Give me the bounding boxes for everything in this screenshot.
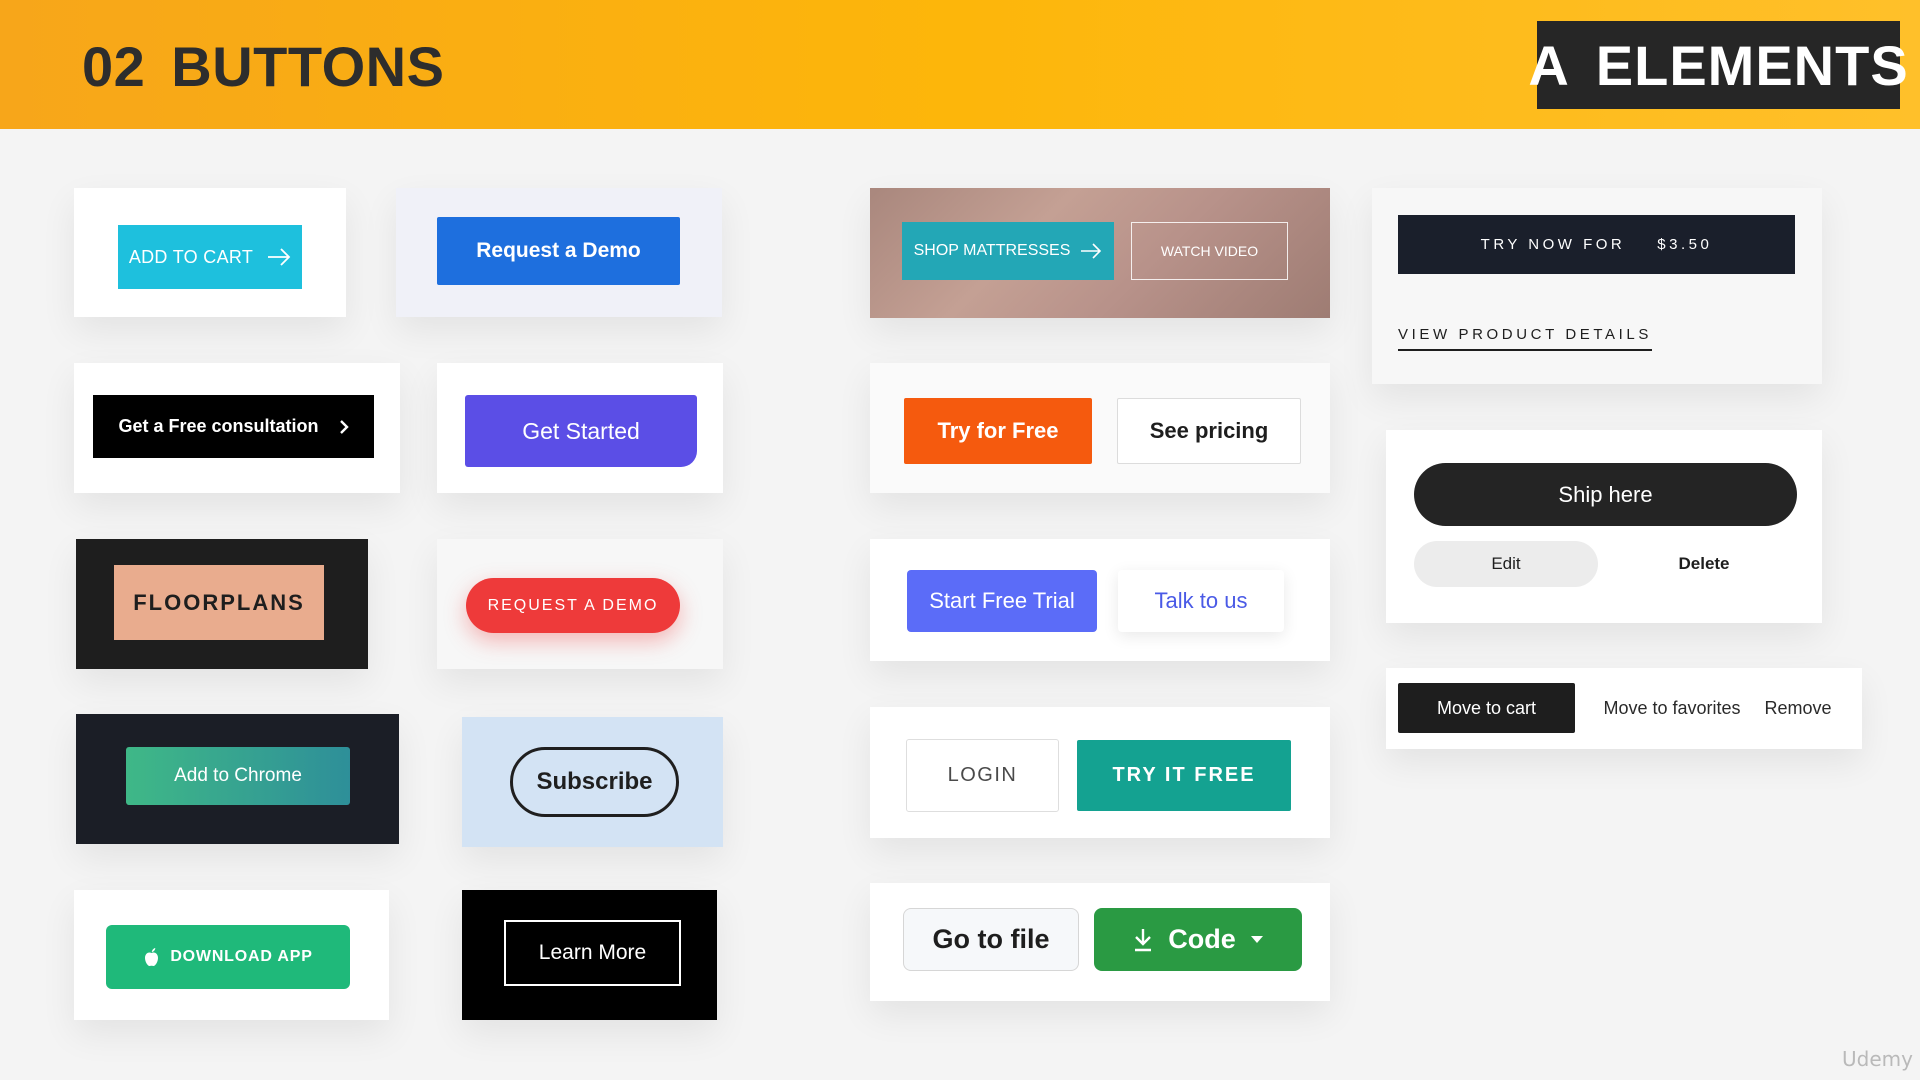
download-app-button[interactable]: DOWNLOAD APP [106,925,350,989]
edit-button[interactable]: Edit [1414,541,1598,587]
remove-button[interactable]: Remove [1761,683,1835,733]
shop-mattresses-label: SHOP MATTRESSES [913,242,1071,259]
move-to-favorites-button[interactable]: Move to favorites [1591,683,1753,733]
delete-button[interactable]: Delete [1620,541,1788,587]
badge-title: ELEMENTS [1595,33,1909,97]
chevron-right-icon [339,419,349,434]
ship-here-label: Ship here [1558,481,1653,507]
request-demo-button[interactable]: Request a Demo [437,217,680,285]
add-to-cart-label: ADD TO CART [128,246,254,267]
request-demo-pill-label: REQUEST A DEMO [487,596,659,614]
view-product-details-link[interactable]: VIEW PRODUCT DETAILS [1398,326,1652,351]
go-to-file-button[interactable]: Go to file [903,908,1079,971]
go-to-file-label: Go to file [932,924,1050,954]
watch-video-button[interactable]: WATCH VIDEO [1131,222,1288,280]
try-now-label: TRY NOW FOR [1480,236,1626,253]
subscribe-label: Subscribe [536,768,653,795]
elements-badge: A ELEMENTS [1528,21,1908,109]
learn-more-button[interactable]: Learn More [504,920,681,986]
try-for-free-button[interactable]: Try for Free [904,398,1092,464]
talk-to-us-button[interactable]: Talk to us [1118,570,1284,632]
add-to-cart-button[interactable]: ADD TO CART [118,225,302,289]
floorplans-label: FLOORPLANS [133,589,305,615]
download-app-label: DOWNLOAD APP [170,948,313,965]
login-button[interactable]: LOGIN [906,739,1059,812]
card-ship-here [1386,430,1822,623]
section-title: 02 BUTTONS [82,34,444,99]
download-icon [1135,928,1152,951]
move-to-cart-label: Move to cart [1436,697,1537,718]
talk-to-us-label: Talk to us [1154,588,1248,613]
request-demo-label: Request a Demo [476,239,641,262]
add-to-chrome-button[interactable]: Add to Chrome [126,747,350,805]
code-label: Code [1168,924,1236,954]
try-for-free-label: Try for Free [937,418,1059,443]
arrow-right-icon [268,248,291,266]
add-to-chrome-label: Add to Chrome [174,765,302,786]
remove-label: Remove [1764,697,1832,718]
badge-letter: A [1528,33,1570,97]
code-button[interactable]: Code [1094,908,1302,971]
see-pricing-button[interactable]: See pricing [1117,398,1301,464]
ship-here-button[interactable]: Ship here [1414,463,1797,526]
apple-icon [145,948,159,967]
watch-video-label: WATCH VIDEO [1160,243,1259,259]
free-consultation-button[interactable]: Get a Free consultation [93,395,374,458]
udemy-watermark: Udemy [1842,1047,1913,1071]
move-to-cart-button[interactable]: Move to cart [1398,683,1575,733]
try-it-free-label: TRY IT FREE [1112,764,1256,786]
section-number: 02 [82,35,146,98]
section-title-text: BUTTONS [171,35,445,98]
arrow-right-icon [1081,243,1102,259]
caret-down-icon [1250,936,1263,943]
edit-label: Edit [1491,554,1521,573]
delete-label: Delete [1678,554,1730,573]
move-to-favorites-label: Move to favorites [1603,697,1741,718]
login-label: LOGIN [947,764,1018,786]
start-free-trial-button[interactable]: Start Free Trial [907,570,1097,632]
free-consultation-label: Get a Free consultation [118,416,319,436]
header-banner: 02 BUTTONS A ELEMENTS [0,0,1920,129]
try-now-button[interactable]: TRY NOW FOR $3.50 [1398,215,1795,274]
get-started-label: Get Started [522,417,640,444]
try-now-price: $3.50 [1657,236,1713,253]
get-started-button[interactable]: Get Started [465,395,697,467]
shop-mattresses-button[interactable]: SHOP MATTRESSES [902,222,1114,280]
subscribe-button[interactable]: Subscribe [510,747,679,817]
try-it-free-button[interactable]: TRY IT FREE [1077,740,1291,811]
see-pricing-label: See pricing [1149,418,1269,443]
floorplans-button[interactable]: FLOORPLANS [114,565,324,640]
learn-more-label: Learn More [538,941,647,964]
request-demo-pill-button[interactable]: REQUEST A DEMO [466,578,680,633]
start-free-trial-label: Start Free Trial [929,588,1075,613]
